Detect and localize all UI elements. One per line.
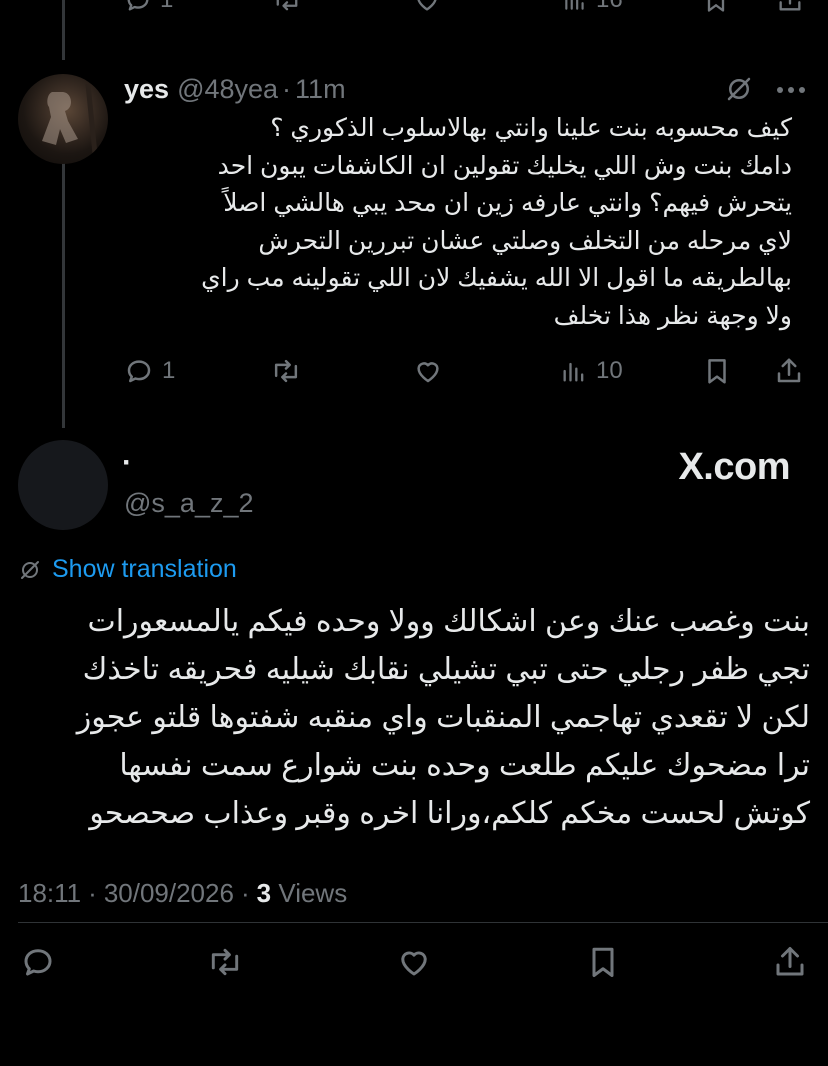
- reply-bookmark-button[interactable]: [702, 356, 732, 386]
- bookmark-button[interactable]: [702, 0, 730, 14]
- reply-text: كيف محسوبه بنت علينا وانتي بهالاسلوب الذ…: [201, 114, 792, 330]
- bookmark-icon: [707, 0, 725, 12]
- reply-icon: [127, 360, 151, 383]
- main-reply-button[interactable]: [20, 944, 56, 980]
- main-display-name[interactable]: ·: [122, 446, 132, 480]
- heart-icon: [417, 0, 437, 11]
- reply-header: yes @48yea · 11m: [124, 74, 346, 105]
- bookmark-icon: [592, 947, 614, 977]
- views-label: Views: [278, 878, 348, 908]
- meta-dot-2: ·: [240, 878, 250, 908]
- retweet-button[interactable]: [272, 0, 302, 14]
- translate-slash-icon: [21, 560, 39, 579]
- x-com-watermark: X.com: [678, 446, 790, 488]
- translate-slash-icon: [727, 77, 751, 101]
- thread-line-reply: [62, 160, 65, 428]
- main-text: بنت وغصب عنك وعن اشكالك وولا وحده فيكم ي…: [76, 605, 810, 830]
- tweet-date[interactable]: 30/09/2026: [104, 878, 234, 909]
- reply-handle[interactable]: @48yea: [177, 74, 278, 105]
- meta-dot-1: ·: [88, 878, 97, 908]
- views-count: 16: [596, 0, 623, 14]
- heart-icon: [417, 362, 439, 383]
- views-stat: 3 Views: [257, 878, 348, 909]
- avatar[interactable]: [18, 74, 108, 164]
- reply-reply-count: 1: [162, 357, 176, 384]
- bookmark-icon: [708, 359, 726, 384]
- divider: [18, 922, 828, 923]
- like-button[interactable]: [412, 0, 442, 14]
- reply-reply-button[interactable]: 1: [124, 356, 175, 386]
- main-share-button[interactable]: [772, 944, 808, 980]
- reply-views-button[interactable]: 10: [560, 356, 623, 386]
- more-icon: [777, 87, 805, 93]
- reply-time[interactable]: 11m: [295, 74, 346, 105]
- thread-line-top: [62, 0, 65, 60]
- reply-display-name[interactable]: yes: [124, 74, 169, 105]
- retweet-icon: [274, 359, 298, 383]
- grok-translate-button[interactable]: [724, 74, 754, 104]
- heart-icon: [401, 951, 427, 976]
- share-icon: [777, 358, 801, 383]
- show-translation-link[interactable]: Show translation: [18, 555, 237, 584]
- main-bookmark-button[interactable]: [585, 944, 621, 980]
- retweet-icon: [276, 0, 298, 11]
- main-retweet-button[interactable]: [206, 944, 244, 980]
- reply-icon: [24, 949, 52, 976]
- reply-dot: ·: [282, 74, 292, 104]
- main-like-button[interactable]: [395, 944, 433, 980]
- main-avatar[interactable]: [18, 440, 108, 530]
- show-translation-label: Show translation: [52, 555, 237, 583]
- share-button[interactable]: [776, 0, 804, 14]
- tweet-time[interactable]: 18:11: [18, 878, 81, 909]
- reply-button[interactable]: 1: [124, 0, 173, 14]
- views-icon: [565, 0, 584, 10]
- avatar-figure-icon: [42, 83, 99, 164]
- main-handle[interactable]: @s_a_z_2: [124, 488, 254, 519]
- share-icon: [779, 0, 801, 11]
- views-count: 3: [256, 878, 272, 908]
- retweet-icon: [211, 948, 239, 976]
- tweet-meta: 18:11 · 30/09/2026 · 3 Views: [18, 878, 347, 909]
- reply-share-button[interactable]: [774, 356, 804, 386]
- views-icon: [563, 362, 584, 382]
- reply-like-button[interactable]: [412, 356, 444, 386]
- share-icon: [776, 947, 804, 976]
- reply-views-count: 10: [596, 357, 623, 384]
- reply-retweet-button[interactable]: [270, 356, 302, 386]
- reply-icon: [127, 0, 149, 11]
- views-button[interactable]: 16: [562, 0, 623, 14]
- more-options-button[interactable]: [776, 86, 806, 94]
- reply-count: 1: [160, 0, 173, 14]
